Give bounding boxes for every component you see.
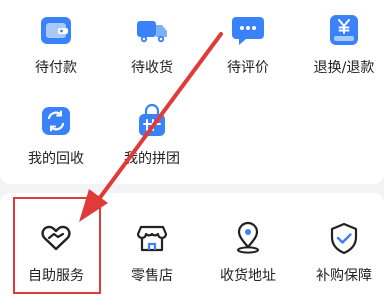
refund-label: 退换/退款 — [313, 60, 375, 76]
pending-receipt-label: 待收货 — [131, 60, 173, 76]
my-recycle-button[interactable]: 我的回收 — [8, 103, 104, 183]
retail-store-button[interactable]: 零售店 — [104, 220, 200, 300]
group-bag-icon — [139, 103, 165, 136]
retail-store-label: 零售店 — [131, 268, 173, 284]
yen-refund-icon — [330, 15, 358, 45]
location-pin-icon — [237, 221, 259, 254]
pending-receipt-button[interactable]: 待收货 — [104, 12, 200, 92]
shield-check-icon — [330, 222, 358, 255]
pending-review-label: 待评价 — [227, 60, 269, 76]
address-label: 收货地址 — [220, 268, 276, 284]
wallet-icon — [41, 17, 71, 44]
truck-icon — [137, 21, 167, 43]
my-group-buy-button[interactable]: 我的拼团 — [104, 103, 200, 183]
chat-bubble-icon — [232, 17, 264, 45]
refund-button[interactable]: 退换/退款 — [296, 12, 384, 92]
my-recycle-label: 我的回收 — [28, 151, 84, 167]
pending-payment-label: 待付款 — [35, 60, 77, 76]
price-protection-label: 补购保障 — [316, 268, 372, 284]
my-group-buy-label: 我的拼团 — [124, 151, 180, 167]
address-button[interactable]: 收货地址 — [200, 220, 296, 300]
price-protection-button[interactable]: 补购保障 — [296, 220, 384, 300]
store-icon — [136, 225, 168, 252]
pending-review-button[interactable]: 待评价 — [200, 12, 296, 92]
pending-payment-button[interactable]: 待付款 — [8, 12, 104, 92]
annotation-highlight-box — [13, 197, 101, 294]
recycle-icon — [42, 107, 70, 135]
